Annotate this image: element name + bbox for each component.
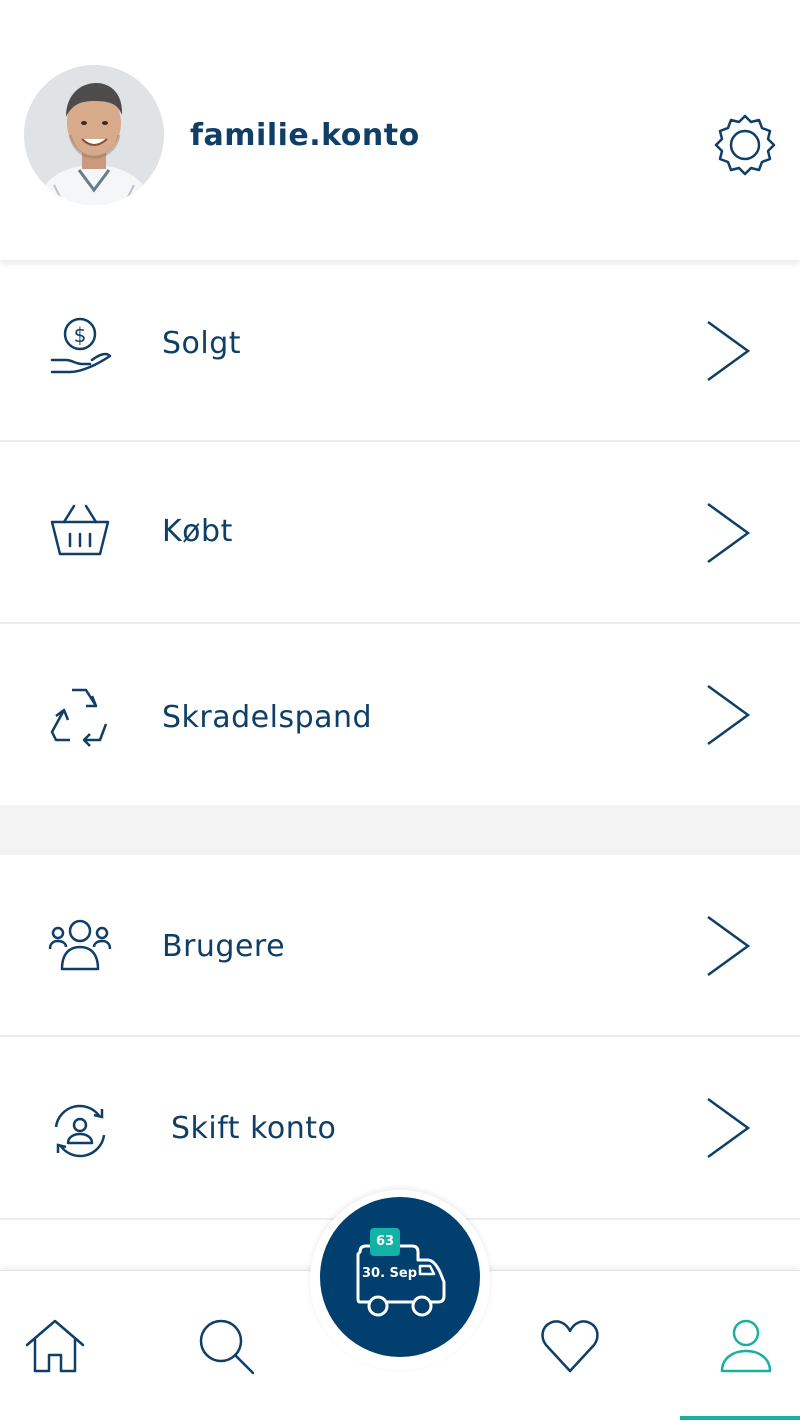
menu-item-skradelspand[interactable]: Skradelspand xyxy=(0,624,800,805)
delivery-count-badge: 63 xyxy=(370,1228,400,1256)
menu-item-solgt[interactable]: $ Solgt xyxy=(0,262,800,442)
chevron-right-icon xyxy=(700,913,756,979)
chevron-right-icon xyxy=(700,318,756,384)
menu-item-label: Solgt xyxy=(162,326,242,361)
menu-item-label: Skradelspand xyxy=(162,700,373,735)
profile-header: familie.konto xyxy=(0,0,800,260)
chevron-right-icon xyxy=(700,682,756,748)
profile-icon xyxy=(720,1319,772,1373)
active-tab-indicator xyxy=(680,1416,800,1420)
users-icon xyxy=(46,911,114,979)
avatar[interactable] xyxy=(24,65,164,205)
svg-text:$: $ xyxy=(74,323,87,347)
tab-profile[interactable] xyxy=(714,1315,778,1379)
money-hand-icon: $ xyxy=(46,312,114,380)
gear-icon xyxy=(714,114,776,176)
switch-account-icon xyxy=(46,1097,114,1165)
tab-home[interactable] xyxy=(23,1315,87,1379)
settings-button[interactable] xyxy=(710,110,780,180)
chevron-right-icon xyxy=(700,500,756,566)
basket-icon xyxy=(46,498,114,566)
menu-item-kobt[interactable]: Købt xyxy=(0,442,800,624)
chevron-right-icon xyxy=(700,1095,756,1161)
heart-icon xyxy=(541,1320,599,1373)
recycle-icon xyxy=(46,682,114,750)
menu-item-label: Brugere xyxy=(162,929,286,964)
delivery-date: 30. Sep xyxy=(362,1266,418,1281)
section-divider xyxy=(0,805,800,855)
menu-item-label: Skift konto xyxy=(171,1111,337,1146)
search-icon xyxy=(199,1319,255,1375)
tab-favorites[interactable] xyxy=(538,1315,602,1379)
tab-search[interactable] xyxy=(195,1315,259,1379)
menu-item-label: Købt xyxy=(162,514,233,549)
username: familie.konto xyxy=(190,118,420,153)
menu-item-brugere[interactable]: Brugere xyxy=(0,855,800,1037)
home-icon xyxy=(25,1319,85,1373)
